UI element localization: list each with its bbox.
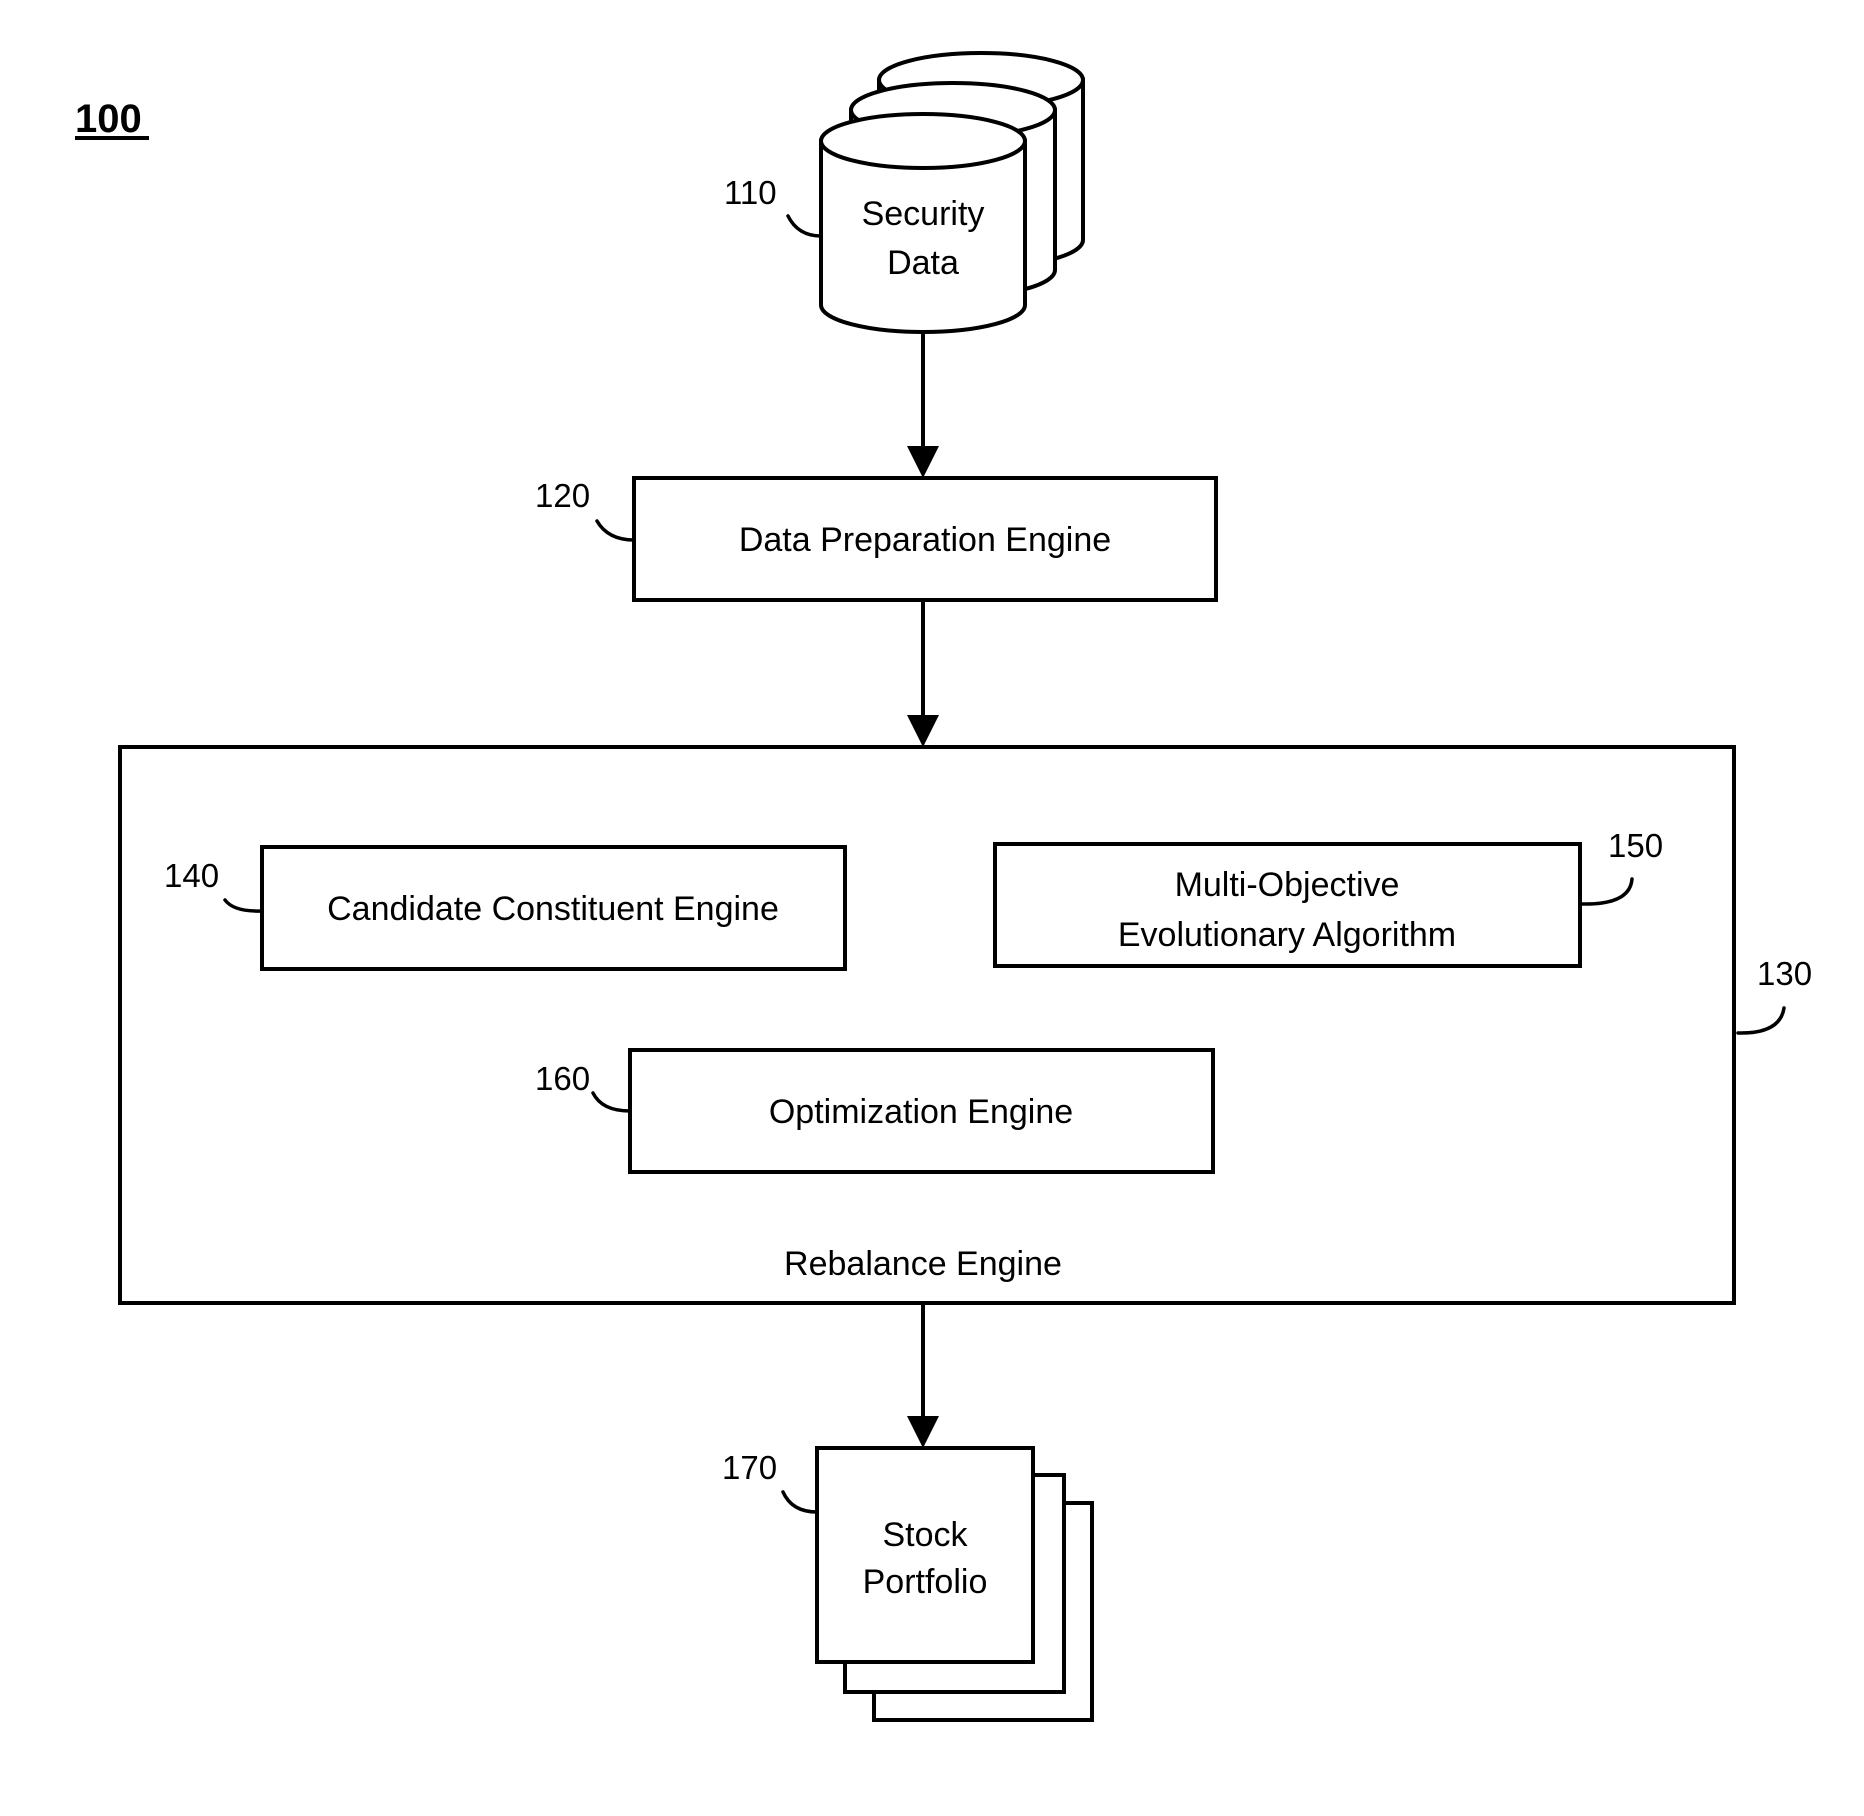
- system-diagram: 100 Security Data 110 Data Preparation E…: [75, 51, 1812, 1722]
- security-data-node[interactable]: Security Data 110: [724, 51, 1085, 334]
- moea-label-line1: Multi-Objective: [1175, 866, 1400, 904]
- moea-node[interactable]: Multi-Objective Evolutionary Algorithm 1…: [993, 827, 1663, 968]
- ref-130: 130: [1757, 955, 1812, 992]
- security-data-label-line1: Security: [862, 195, 985, 233]
- candidate-constituent-node[interactable]: Candidate Constituent Engine 140: [164, 845, 847, 971]
- stock-portfolio-label-line2: Portfolio: [863, 1563, 988, 1601]
- ref-140: 140: [164, 857, 219, 894]
- candidate-constituent-label: Candidate Constituent Engine: [327, 890, 779, 928]
- optimization-node[interactable]: Optimization Engine 160: [535, 1048, 1215, 1174]
- stock-portfolio-node[interactable]: Stock Portfolio 170: [722, 1446, 1094, 1722]
- ref-130-leader: [1736, 1006, 1786, 1035]
- document-icon: [815, 1446, 1035, 1664]
- figure-number: 100: [75, 97, 149, 141]
- ref-170-leader: [781, 1490, 819, 1514]
- data-preparation-node[interactable]: Data Preparation Engine 120: [535, 476, 1218, 602]
- rebalance-engine-box: [118, 745, 1736, 1305]
- ref-150: 150: [1608, 827, 1663, 864]
- ref-110: 110: [724, 174, 777, 211]
- security-data-label-line2: Data: [887, 244, 959, 282]
- moea-label-line2: Evolutionary Algorithm: [1118, 916, 1456, 954]
- ref-120-leader: [595, 519, 636, 542]
- ref-110-leader: [786, 214, 823, 238]
- ref-170: 170: [722, 1449, 777, 1486]
- rebalance-engine-node[interactable]: Rebalance Engine 130: [118, 745, 1812, 1305]
- data-preparation-label: Data Preparation Engine: [739, 521, 1111, 559]
- ref-160: 160: [535, 1060, 590, 1097]
- rebalance-engine-label: Rebalance Engine: [784, 1245, 1062, 1283]
- stock-portfolio-label-line1: Stock: [882, 1516, 968, 1554]
- ref-120: 120: [535, 477, 590, 514]
- optimization-label: Optimization Engine: [769, 1093, 1073, 1131]
- figure-number-text: 100: [75, 97, 142, 141]
